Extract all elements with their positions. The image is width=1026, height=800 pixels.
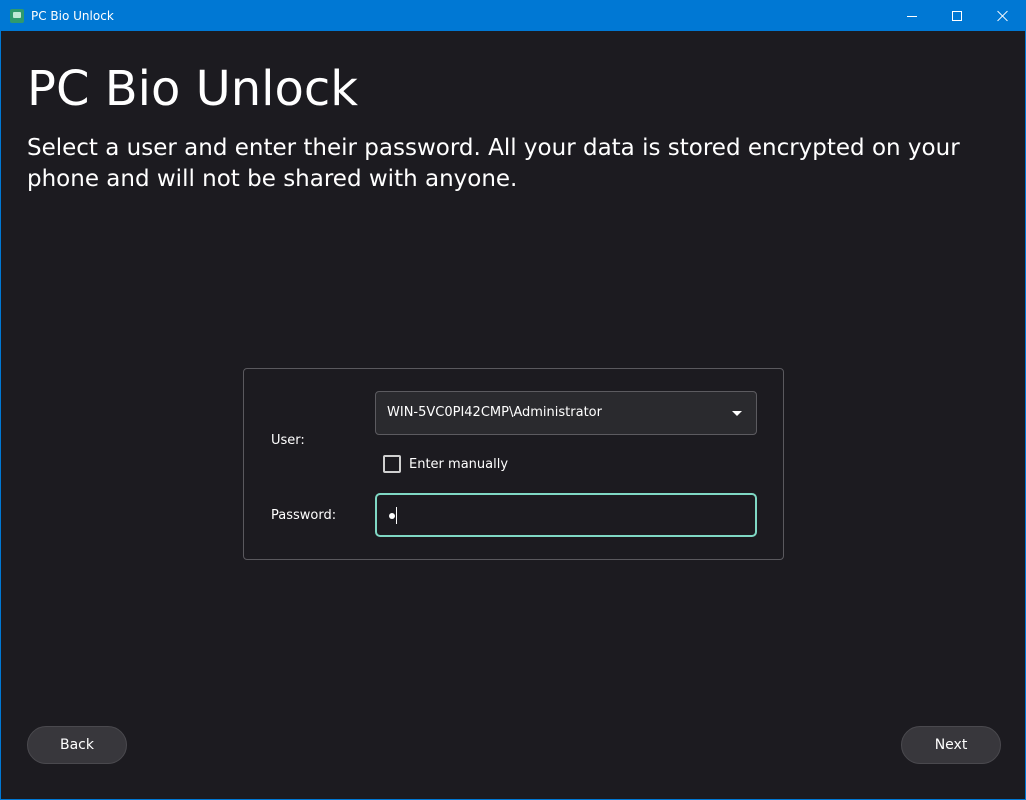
app-icon: [10, 9, 24, 23]
minimize-button[interactable]: [889, 1, 935, 31]
password-mask-dot: [389, 513, 395, 519]
chevron-down-icon: [732, 411, 742, 416]
close-button[interactable]: [980, 1, 1026, 31]
app-window: PC Bio Unlock PC Bio Unlock Select a use…: [0, 0, 1026, 800]
window-title: PC Bio Unlock: [31, 9, 114, 23]
password-label: Password:: [271, 508, 337, 523]
checkbox-icon[interactable]: [383, 455, 401, 473]
page-title: PC Bio Unlock: [27, 61, 359, 117]
user-select-value: WIN-5VC0PI42CMP\Administrator: [387, 405, 602, 420]
password-field[interactable]: [375, 493, 757, 537]
page-subtitle: Select a user and enter their password. …: [27, 135, 960, 192]
next-button[interactable]: Next: [901, 726, 1001, 764]
enter-manually-option[interactable]: Enter manually: [383, 455, 508, 473]
user-label: User:: [271, 433, 305, 448]
text-caret: [396, 507, 397, 524]
user-select[interactable]: WIN-5VC0PI42CMP\Administrator: [375, 391, 757, 435]
back-button[interactable]: Back: [27, 726, 127, 764]
minimize-icon: [907, 15, 917, 17]
title-bar[interactable]: PC Bio Unlock: [1, 1, 1025, 31]
credentials-form: User: WIN-5VC0PI42CMP\Administrator Ente…: [243, 368, 784, 560]
enter-manually-label: Enter manually: [409, 456, 509, 472]
close-icon: [997, 10, 1009, 22]
maximize-button[interactable]: [934, 1, 980, 31]
maximize-icon: [952, 11, 962, 21]
